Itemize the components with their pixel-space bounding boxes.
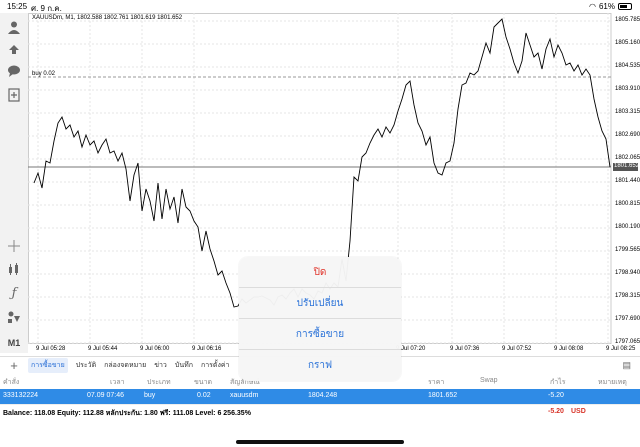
y-tick-label: 1803.315: [615, 109, 640, 115]
function-icon[interactable]: ƒ: [6, 285, 22, 301]
balance-bar: Balance: 118.08 Equity: 112.88 หลักประกั…: [0, 404, 640, 418]
tab-mailbox[interactable]: กล่องจดหมาย: [104, 360, 146, 371]
chat-icon[interactable]: [6, 63, 22, 79]
row-size: 0.02: [197, 392, 211, 399]
y-tick-label: 1805.785: [615, 17, 640, 23]
left-toolbar: ƒ M1: [0, 13, 28, 353]
y-tick-label: 1800.815: [615, 201, 640, 207]
row-current-price: 1801.652: [428, 392, 458, 399]
col-price: ราคา: [428, 379, 445, 386]
col-type: ประเภท: [147, 379, 171, 386]
y-tick-label: 1801.440: [615, 178, 640, 184]
account-icon[interactable]: [6, 19, 22, 35]
tab-journal[interactable]: บันทึก: [175, 360, 193, 371]
balance-text: Balance: 118.08 Equity: 112.88 หลักประกั…: [3, 410, 251, 417]
x-tick-label: 9 Jul 08:08: [554, 346, 584, 352]
status-bar: 15:25 ศ. 9 ก.ค. ◠ 61%: [0, 0, 640, 13]
layout-icon[interactable]: ▤: [622, 360, 631, 371]
battery-percent: 61%: [598, 2, 615, 11]
tab-settings[interactable]: การตั้งค่า: [201, 360, 230, 371]
profit-currency: USD: [571, 408, 586, 415]
y-tick-label: 1803.910: [615, 86, 640, 92]
current-price-label: 1801.652: [613, 163, 640, 171]
order-action-sheet: ปิด ปรับเปลี่ยน การซื้อขาย กราฟ: [239, 257, 401, 381]
y-tick-label: 1802.065: [615, 155, 640, 161]
indicators-icon[interactable]: [6, 261, 22, 277]
x-tick-label: 9 Jul 07:36: [450, 346, 480, 352]
col-swap: Swap: [480, 377, 498, 384]
new-order-icon[interactable]: [6, 87, 22, 103]
col-time: เวลา: [110, 379, 125, 386]
col-profit: กำไร: [550, 379, 566, 386]
row-order: 333132224: [3, 392, 39, 399]
tab-history[interactable]: ประวัติ: [76, 360, 96, 371]
row-profit: -5.20: [548, 392, 564, 399]
trade-button[interactable]: การซื้อขาย: [239, 319, 401, 350]
x-tick-label: 9 Jul 05:44: [88, 346, 118, 352]
y-tick-label: 1798.315: [615, 293, 640, 299]
row-symbol: xauusdm: [230, 392, 259, 399]
row-type: buy: [144, 392, 156, 399]
chart-title: XAUUSDm, M1, 1802.588 1802.761 1801.619 …: [32, 15, 183, 21]
add-icon[interactable]: +: [0, 358, 28, 373]
home-indicator[interactable]: [236, 440, 404, 444]
y-tick-label: 1797.690: [615, 316, 640, 322]
chart-button[interactable]: กราฟ: [239, 350, 401, 381]
buy-line-label: buy 0.02: [32, 71, 56, 77]
y-tick-label: 1797.065: [615, 339, 640, 345]
close-order-button[interactable]: ปิด: [239, 257, 401, 288]
total-profit: -5.20: [548, 408, 564, 415]
col-size: ขนาด: [194, 379, 213, 386]
status-right: ◠ 61%: [589, 2, 632, 11]
y-tick-label: 1802.690: [615, 132, 640, 138]
x-tick-label: 9 Jul 07:52: [502, 346, 532, 352]
battery-icon: [618, 3, 632, 10]
modify-order-button[interactable]: ปรับเปลี่ยน: [239, 288, 401, 319]
x-tick-label: 9 Jul 06:00: [140, 346, 170, 352]
y-tick-label: 1800.190: [615, 224, 640, 230]
x-tick-label: 9 Jul 06:16: [192, 346, 222, 352]
x-tick-label: 9 Jul 05:28: [36, 346, 66, 352]
crosshair-icon[interactable]: [6, 238, 22, 254]
y-tick-label: 1804.535: [615, 63, 640, 69]
y-tick-label: 1798.940: [615, 270, 640, 276]
y-tick-label: 1805.160: [615, 40, 640, 46]
col-comment: หมายเหตุ: [598, 379, 627, 386]
row-time: 07.09 07:46: [87, 392, 124, 399]
tab-news[interactable]: ข่าว: [154, 360, 167, 371]
trade-icon[interactable]: [6, 40, 22, 56]
x-tick-label: 9 Jul 08:25: [606, 346, 636, 352]
y-tick-label: 1799.565: [615, 247, 640, 253]
tab-trade[interactable]: การซื้อขาย: [28, 357, 68, 373]
timeframe-button[interactable]: M1: [6, 335, 22, 351]
col-order: คำสั่ง: [3, 379, 20, 386]
objects-icon[interactable]: [6, 309, 22, 325]
row-open-price: 1804.248: [308, 392, 338, 399]
status-time: 15:25: [7, 2, 28, 11]
wifi-icon: ◠: [589, 2, 596, 11]
table-row[interactable]: 333132224 07.09 07:46 buy 0.02 xauusdm 1…: [0, 389, 640, 404]
